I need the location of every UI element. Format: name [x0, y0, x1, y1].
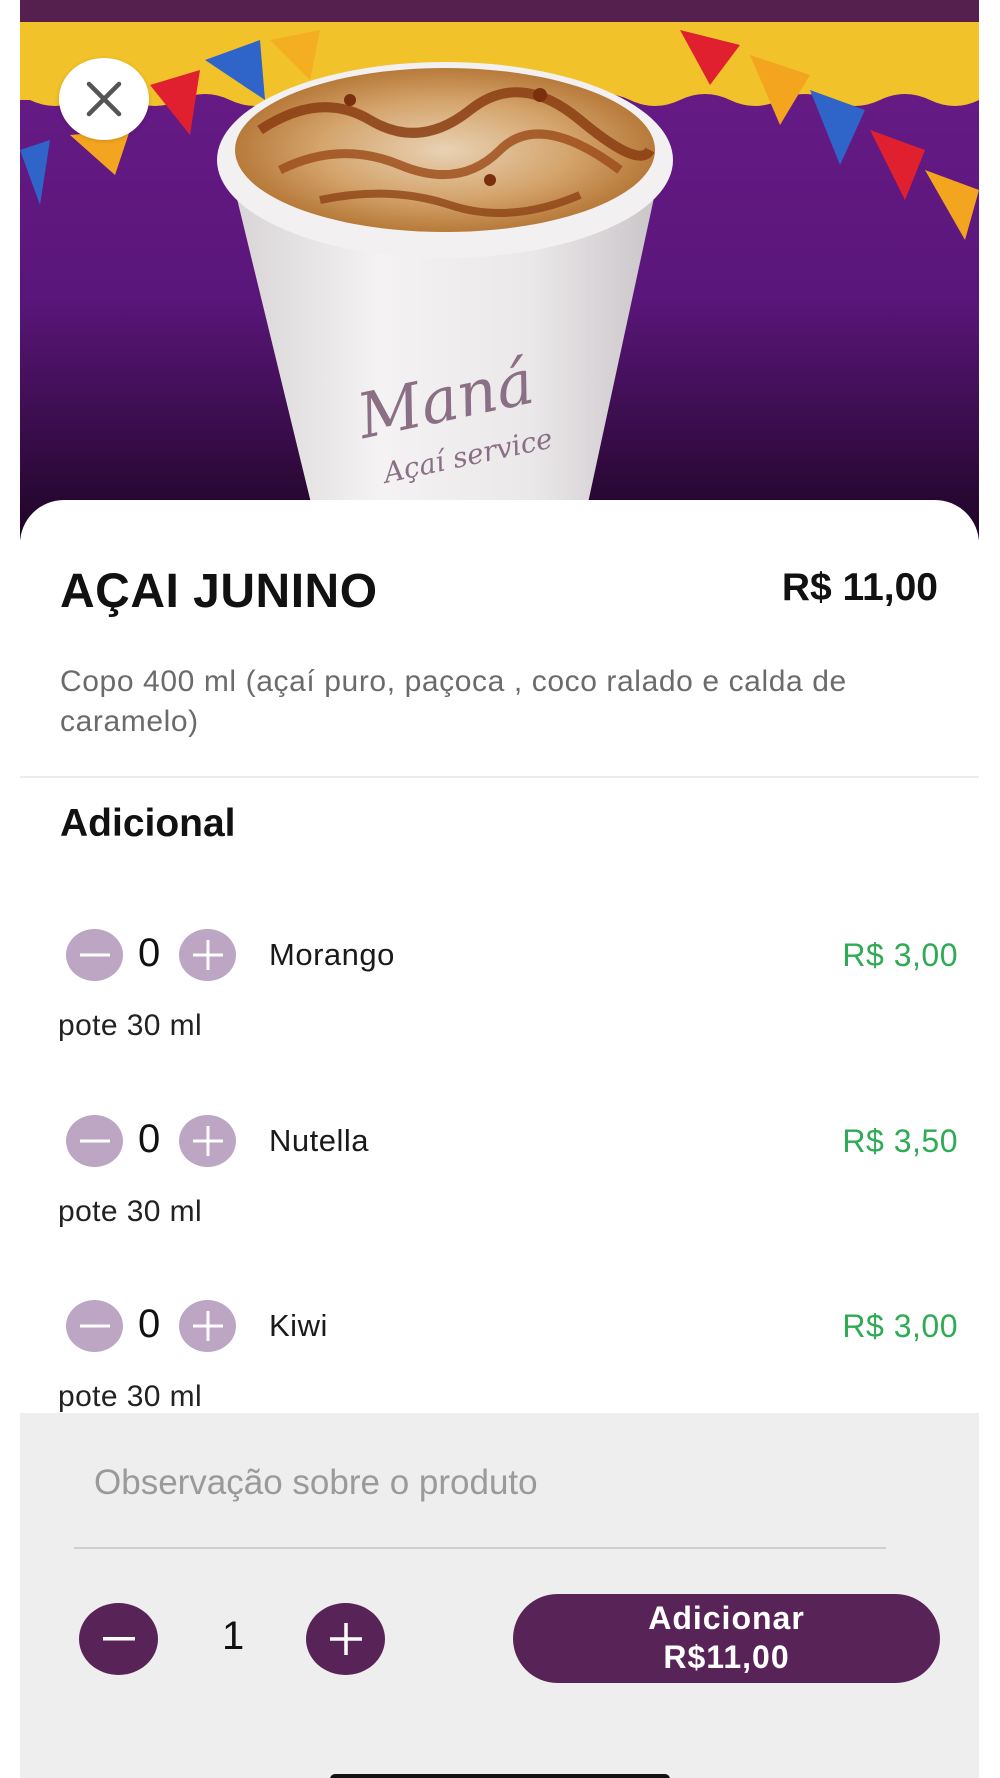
- add-button-total: R$11,00: [663, 1639, 790, 1675]
- addons-section-title: Adicional: [60, 802, 236, 845]
- addon-item-morango: 0 Morango R$ 3,00 pote 30 ml: [0, 929, 1000, 1069]
- quantity-value: 1: [222, 1614, 245, 1658]
- product-detail-page: Maná Açaí service AÇAI JUNINO R$ 11,00 C…: [0, 0, 1000, 1778]
- product-title: AÇAI JUNINO: [60, 565, 378, 618]
- addon-increment-button[interactable]: [179, 1115, 236, 1167]
- addon-name: Morango: [269, 937, 395, 972]
- addon-name: Nutella: [269, 1123, 369, 1158]
- addon-quantity: 0: [138, 1117, 161, 1161]
- close-icon: [86, 81, 122, 117]
- home-indicator: [330, 1774, 670, 1778]
- close-button[interactable]: [59, 58, 149, 140]
- addon-price: R$ 3,00: [842, 1308, 958, 1344]
- addon-price: R$ 3,00: [842, 937, 958, 973]
- addon-subtitle: pote 30 ml: [58, 1380, 203, 1413]
- addon-decrement-button[interactable]: [66, 1115, 123, 1167]
- addon-price: R$ 3,50: [842, 1123, 958, 1159]
- quantity-decrement-button[interactable]: [79, 1603, 158, 1675]
- addon-subtitle: pote 30 ml: [58, 1009, 203, 1042]
- product-description: Copo 400 ml (açaí puro, paçoca , coco ra…: [60, 665, 847, 738]
- quantity-increment-button[interactable]: [306, 1603, 385, 1675]
- plus-icon: [192, 1311, 223, 1341]
- observation-underline: [74, 1547, 886, 1549]
- add-to-cart-button[interactable]: Adicionar R$11,00: [513, 1594, 940, 1683]
- product-price: R$ 11,00: [781, 566, 938, 609]
- addon-subtitle: pote 30 ml: [58, 1195, 203, 1228]
- addon-increment-button[interactable]: [179, 929, 236, 981]
- plus-icon: [192, 1126, 223, 1156]
- observation-input[interactable]: [94, 1443, 906, 1523]
- addon-decrement-button[interactable]: [66, 929, 123, 981]
- minus-icon: [79, 1324, 110, 1328]
- plus-icon: [192, 940, 223, 970]
- minus-icon: [102, 1637, 135, 1641]
- addon-quantity: 0: [138, 931, 161, 975]
- section-divider: [20, 776, 979, 778]
- minus-icon: [79, 1139, 110, 1143]
- add-button-label: Adicionar: [648, 1600, 805, 1636]
- addon-decrement-button[interactable]: [66, 1300, 123, 1352]
- left-margin: [0, 0, 20, 1778]
- minus-icon: [79, 953, 110, 957]
- plus-icon: [329, 1623, 362, 1655]
- addon-item-nutella: 0 Nutella R$ 3,50 pote 30 ml: [0, 1115, 1000, 1255]
- addon-increment-button[interactable]: [179, 1300, 236, 1352]
- addon-quantity: 0: [138, 1302, 161, 1346]
- right-margin: [979, 0, 1000, 1778]
- addon-name: Kiwi: [269, 1308, 328, 1343]
- product-image: Maná Açaí service: [20, 0, 979, 540]
